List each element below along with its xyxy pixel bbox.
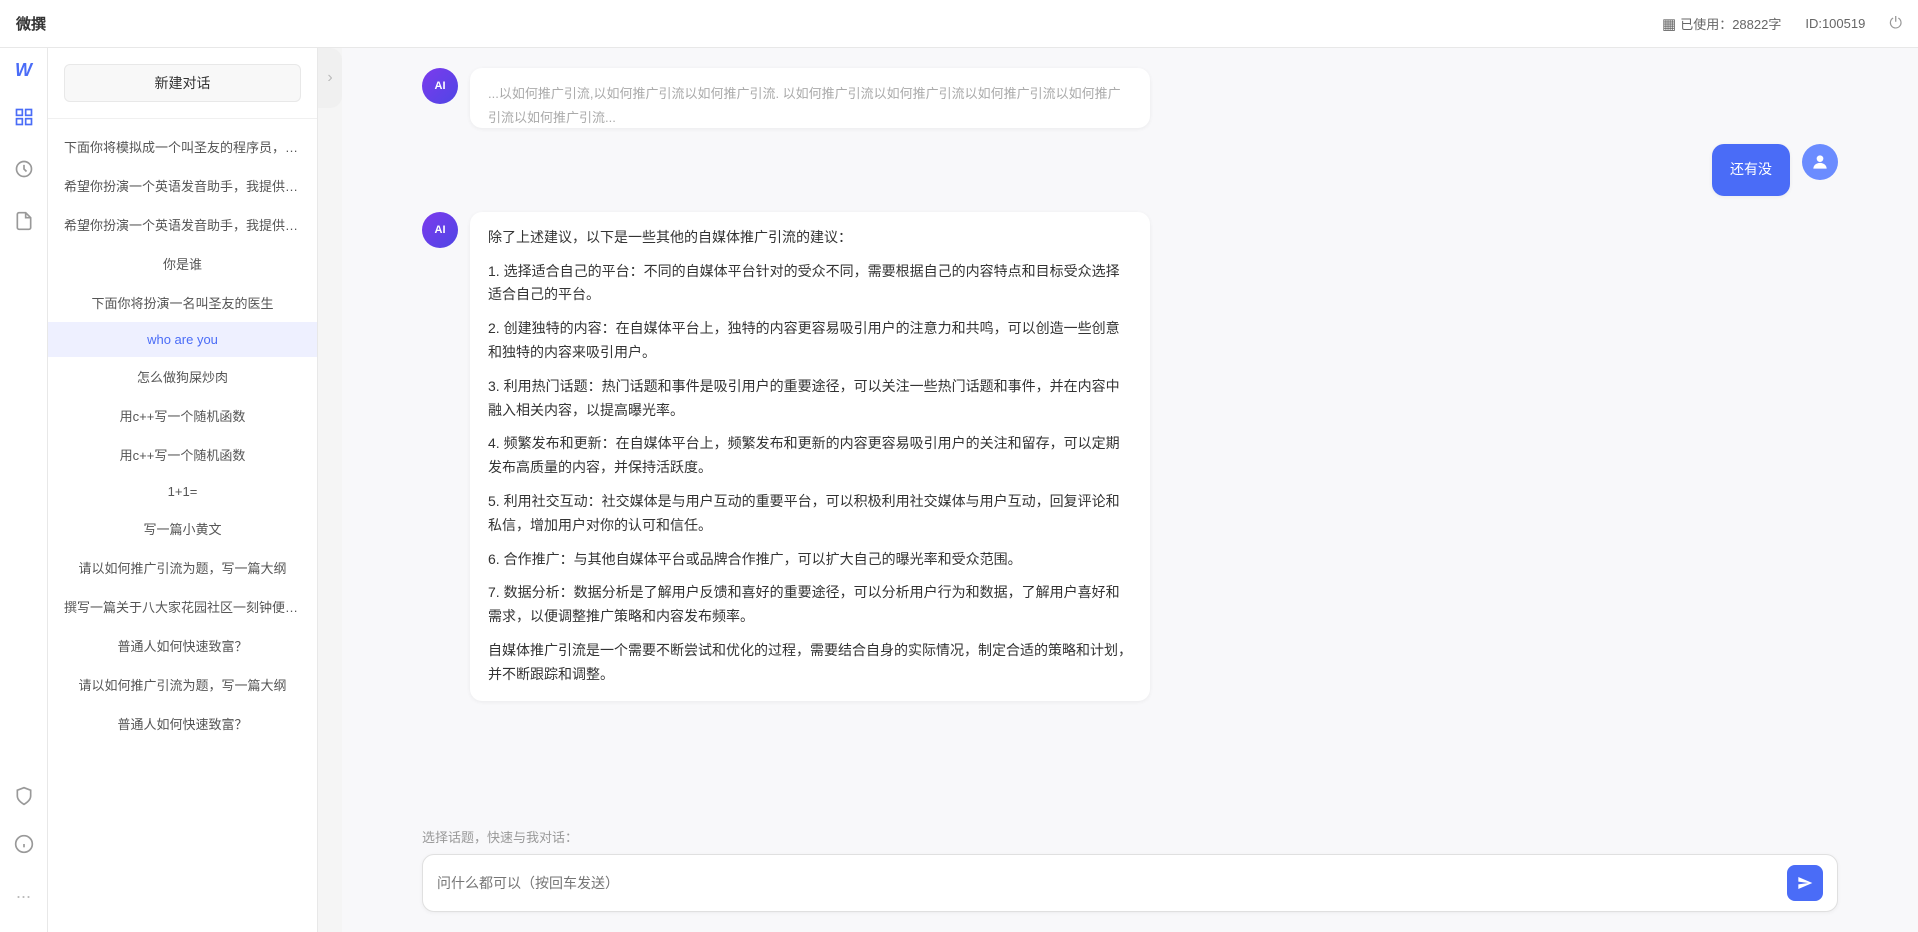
sidebar-item[interactable]: 你是谁: [48, 244, 317, 283]
ai-avatar-prev: AI: [422, 68, 458, 104]
prev-message-text: ...以如何推广引流,以如何推广引流以如何推广引流. 以如何推广引流以如何推广引…: [488, 86, 1121, 125]
nav-shield-icon[interactable]: [8, 780, 40, 812]
sidebar-item[interactable]: 请以如何推广引流为题，写一篇大纲: [48, 548, 317, 587]
sidebar-item[interactable]: 普通人如何快速致富？: [48, 704, 317, 743]
sidebar-item[interactable]: 请以如何推广引流为题，写一篇大纲: [48, 665, 317, 704]
input-wrapper: [422, 854, 1838, 912]
topbar: 微撰 ▦ 已使用：28822字 ID:100519 ⏻: [0, 0, 1918, 48]
usage-info: ▦ 已使用：28822字: [1662, 14, 1781, 33]
new-chat-button[interactable]: 新建对话: [64, 64, 301, 102]
table-icon: ▦: [1662, 15, 1676, 33]
ai-response-point: 6. 合作推广：与其他自媒体平台或品牌合作推广，可以扩大自己的曝光率和受众范围。: [488, 548, 1132, 572]
ai-response-point: 4. 频繁发布和更新：在自媒体平台上，频繁发布和更新的内容更容易吸引用户的关注和…: [488, 432, 1132, 480]
user-message-text: 还有没: [1730, 161, 1772, 177]
quick-topics-label: 选择话题，快速与我对话：: [422, 827, 1838, 846]
user-message-bubble: 还有没: [1712, 144, 1790, 196]
icon-rail-bottom: ...: [8, 780, 40, 920]
sidebar-item[interactable]: 撰写一篇关于八大家花园社区一刻钟便民生...: [48, 587, 317, 626]
power-icon[interactable]: ⏻: [1889, 15, 1902, 33]
prev-message-row: AI ...以如何推广引流,以如何推广引流以如何推广引流. 以如何推广引流以如何…: [422, 68, 1838, 128]
main-layout: W ... 新建对话 下面你将模拟成一个叫圣友的程序员，我说...希望你扮演一个…: [0, 48, 1918, 932]
collapse-sidebar-button[interactable]: ›: [318, 48, 342, 108]
icon-rail: W ...: [0, 48, 48, 932]
chat-input[interactable]: [437, 875, 1779, 891]
sidebar-item[interactable]: 希望你扮演一个英语发音助手，我提供给你...: [48, 205, 317, 244]
chat-input-area: 选择话题，快速与我对话：: [342, 815, 1918, 932]
user-message-row: 还有没: [422, 144, 1838, 196]
sidebar-header: 新建对话: [48, 48, 317, 119]
ai-response-text: 除了上述建议，以下是一些其他的自媒体推广引流的建议： 1. 选择适合自己的平台：不…: [488, 226, 1132, 687]
ai-response-point: 1. 选择适合自己的平台：不同的自媒体平台针对的受众不同，需要根据自己的内容特点…: [488, 260, 1132, 308]
nav-more-icon[interactable]: ...: [8, 876, 40, 908]
usage-label: 已使用：28822字: [1680, 14, 1781, 33]
id-label: ID:100519: [1805, 16, 1865, 31]
app-logo: 微撰: [16, 13, 46, 34]
ai-avatar: AI: [422, 212, 458, 248]
ai-response-intro: 除了上述建议，以下是一些其他的自媒体推广引流的建议：: [488, 226, 1132, 250]
ai-response-conclusion: 自媒体推广引流是一个需要不断尝试和优化的过程，需要结合自身的实际情况，制定合适的…: [488, 639, 1132, 687]
sidebar-item[interactable]: 下面你将模拟成一个叫圣友的程序员，我说...: [48, 127, 317, 166]
nav-clock-icon[interactable]: [8, 153, 40, 185]
ai-response-point: 2. 创建独特的内容：在自媒体平台上，独特的内容更容易吸引用户的注意力和共鸣，可…: [488, 317, 1132, 365]
topbar-right: ▦ 已使用：28822字 ID:100519 ⏻: [1662, 14, 1902, 33]
nav-w-logo: W: [15, 60, 32, 81]
sidebar-item[interactable]: 怎么做狗屎炒肉: [48, 357, 317, 396]
sidebar-item[interactable]: 普通人如何快速致富？: [48, 626, 317, 665]
chat-messages: AI ...以如何推广引流,以如何推广引流以如何推广引流. 以如何推广引流以如何…: [342, 48, 1918, 815]
ai-response-point: 5. 利用社交互动：社交媒体是与用户互动的重要平台，可以积极利用社交媒体与用户互…: [488, 490, 1132, 538]
sidebar-item[interactable]: 用c++写一个随机函数: [48, 396, 317, 435]
sidebar-item[interactable]: 1+1=: [48, 474, 317, 509]
sidebar-item[interactable]: 用c++写一个随机函数: [48, 435, 317, 474]
user-avatar: [1802, 144, 1838, 180]
sidebar-list: 下面你将模拟成一个叫圣友的程序员，我说...希望你扮演一个英语发音助手，我提供给…: [48, 119, 317, 932]
ai-response-point: 7. 数据分析：数据分析是了解用户反馈和喜好的重要途径，可以分析用户行为和数据，…: [488, 581, 1132, 629]
nav-package-icon[interactable]: [8, 101, 40, 133]
sidebar-item[interactable]: who are you: [48, 322, 317, 357]
prev-message-bubble: ...以如何推广引流,以如何推广引流以如何推广引流. 以如何推广引流以如何推广引…: [470, 68, 1150, 128]
topbar-left: 微撰: [16, 13, 46, 34]
nav-info-icon[interactable]: [8, 828, 40, 860]
nav-doc-icon[interactable]: [8, 205, 40, 237]
sidebar-item[interactable]: 下面你将扮演一名叫圣友的医生: [48, 283, 317, 322]
send-button[interactable]: [1787, 865, 1823, 901]
ai-response-point: 3. 利用热门话题：热门话题和事件是吸引用户的重要途径，可以关注一些热门话题和事…: [488, 375, 1132, 423]
sidebar-item[interactable]: 希望你扮演一个英语发音助手，我提供给你...: [48, 166, 317, 205]
sidebar-item[interactable]: 写一篇小黄文: [48, 509, 317, 548]
collapse-arrow-icon: ›: [327, 69, 332, 87]
chat-area: AI ...以如何推广引流,以如何推广引流以如何推广引流. 以如何推广引流以如何…: [342, 48, 1918, 932]
sidebar: 新建对话 下面你将模拟成一个叫圣友的程序员，我说...希望你扮演一个英语发音助手…: [48, 48, 318, 932]
ai-message-bubble: 除了上述建议，以下是一些其他的自媒体推广引流的建议： 1. 选择适合自己的平台：不…: [470, 212, 1150, 701]
ai-message-row: AI 除了上述建议，以下是一些其他的自媒体推广引流的建议： 1. 选择适合自己的平…: [422, 212, 1838, 701]
